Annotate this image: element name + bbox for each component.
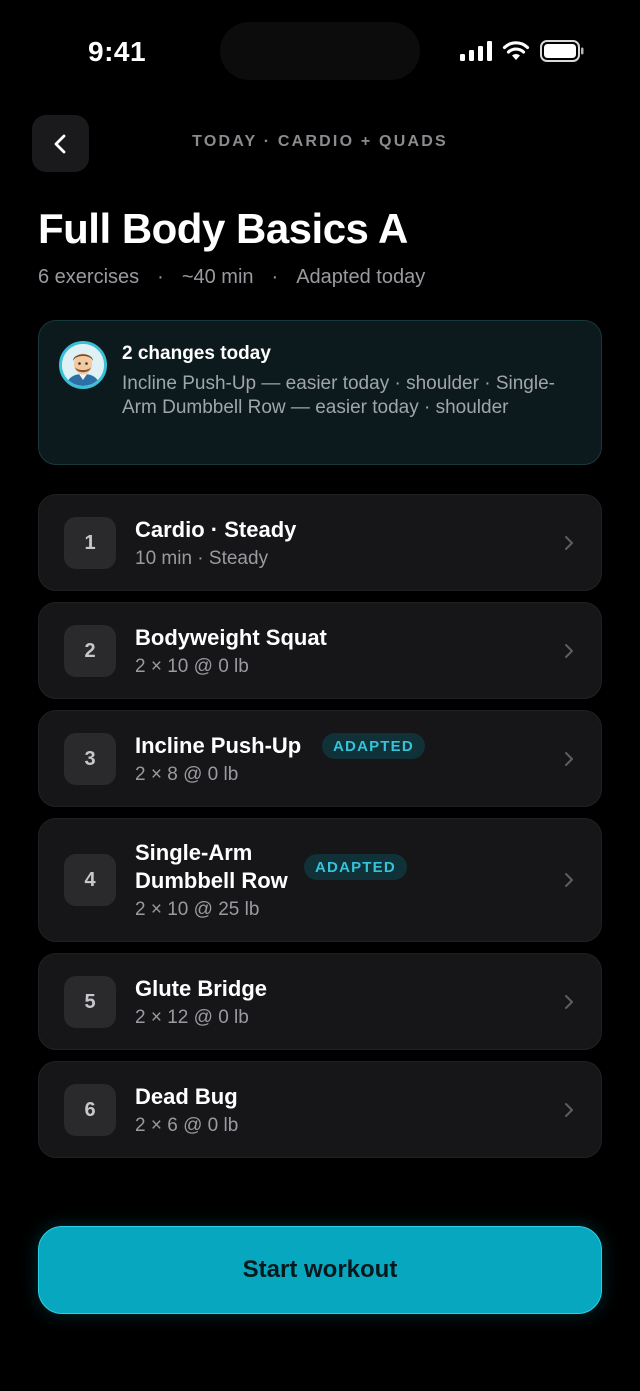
exercise-name: Glute Bridge — [135, 976, 268, 1001]
exercise-detail: 2 × 12 @ 0 lb — [135, 1007, 249, 1028]
exercise-detail: 2 × 10 @ 0 lb — [135, 656, 249, 677]
chevron-right-icon — [565, 873, 573, 887]
chevron-right-icon — [565, 1103, 573, 1117]
exercise-detail: 2 × 6 @ 0 lb — [135, 1115, 239, 1136]
breadcrumb: TODAY · CARDIO + QUADS — [192, 133, 448, 150]
exercise-row[interactable]: 4 Single-Arm Dumbbell Row ADAPTED 2 × 10… — [38, 818, 602, 942]
changes-card[interactable]: 2 changes today Incline Push-Up — easier… — [38, 320, 602, 465]
exercise-detail: 10 min · Steady — [135, 548, 269, 569]
chevron-right-icon — [565, 644, 573, 658]
exercise-list: 1 Cardio · Steady 10 min · Steady 2 Body… — [38, 494, 602, 1169]
chevron-right-icon — [565, 536, 573, 550]
exercise-number: 6 — [64, 1084, 116, 1136]
changes-body: Incline Push-Up — easier today · shoulde… — [122, 373, 555, 418]
meta-separator: · — [271, 266, 279, 288]
start-workout-button[interactable]: Start workout — [38, 1226, 602, 1314]
adapted-badge: ADAPTED — [304, 854, 407, 880]
exercise-count: 6 exercises — [38, 266, 140, 288]
status-bar: 9:41 — [0, 0, 640, 100]
wifi-icon — [502, 41, 530, 60]
chevron-right-icon — [565, 995, 573, 1009]
exercise-row[interactable]: 2 Bodyweight Squat 2 × 10 @ 0 lb — [38, 602, 602, 699]
exercise-number: 1 — [64, 517, 116, 569]
battery-icon — [540, 40, 584, 62]
meta-separator: · — [157, 266, 164, 288]
exercise-name: Bodyweight Squat — [135, 625, 327, 650]
exercise-row[interactable]: 5 Glute Bridge 2 × 12 @ 0 lb — [38, 953, 602, 1050]
adapted-badge: ADAPTED — [322, 733, 425, 759]
exercise-number: 4 — [64, 854, 116, 906]
chevron-right-icon — [565, 752, 573, 766]
exercise-name: Dead Bug — [135, 1084, 238, 1109]
avatar — [59, 341, 107, 389]
exercise-detail: 2 × 10 @ 25 lb — [135, 899, 260, 920]
exercise-row[interactable]: 1 Cardio · Steady 10 min · Steady — [38, 494, 602, 591]
exercise-row[interactable]: 3 Incline Push-Up ADAPTED 2 × 8 @ 0 lb — [38, 710, 602, 807]
signal-icon — [460, 41, 492, 61]
exercise-number: 3 — [64, 733, 116, 785]
exercise-name: Single-Arm Dumbbell Row — [135, 840, 288, 893]
exercise-name: Cardio · Steady — [135, 517, 297, 542]
duration: ~40 min — [181, 266, 254, 288]
exercise-detail: 2 × 8 @ 0 lb — [135, 764, 239, 785]
exercise-number: 5 — [64, 976, 116, 1028]
exercise-number: 2 — [64, 625, 116, 677]
adapted-note: Adapted today — [296, 266, 426, 288]
changes-title: 2 changes today — [122, 343, 271, 364]
status-time: 9:41 — [88, 36, 147, 67]
exercise-name: Incline Push-Up — [135, 733, 302, 758]
page-title: Full Body Basics A — [38, 205, 408, 252]
exercise-row[interactable]: 6 Dead Bug 2 × 6 @ 0 lb — [38, 1061, 602, 1158]
status-icons — [460, 40, 584, 62]
dynamic-island — [220, 22, 420, 80]
workout-meta: 6 exercises · ~40 min · Adapted today — [38, 266, 425, 289]
